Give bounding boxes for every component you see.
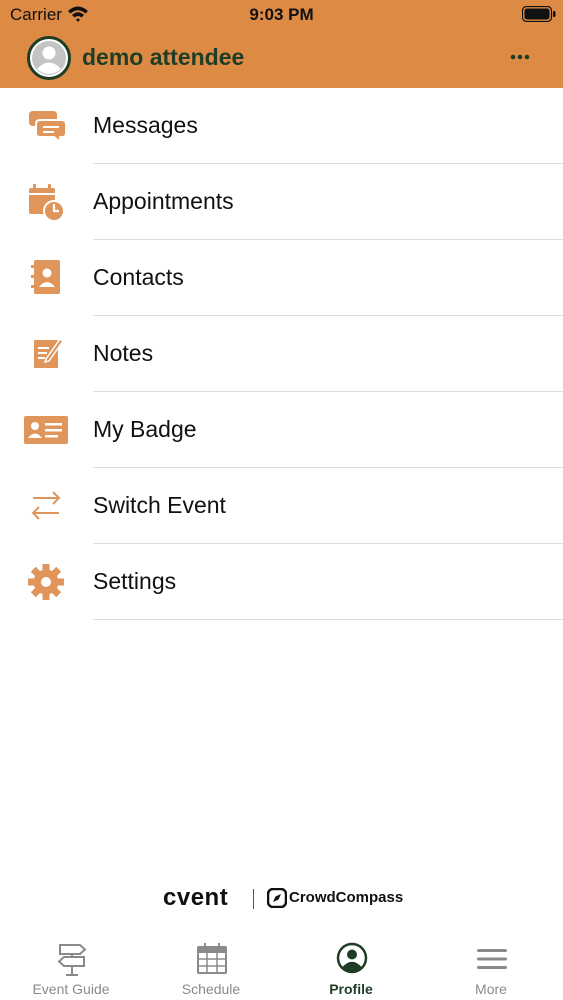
- signpost-icon: [57, 944, 87, 976]
- crowdcompass-logo-icon: [267, 888, 287, 908]
- menu-item-messages[interactable]: Messages: [0, 88, 563, 164]
- menu-item-label: Contacts: [93, 264, 184, 290]
- branding-footer: cvent CrowdCompass: [0, 884, 563, 914]
- brand-separator: [253, 889, 254, 909]
- battery-icon: [522, 6, 556, 22]
- menu-item-label: Switch Event: [93, 492, 226, 518]
- calendar-grid-icon: [197, 943, 227, 974]
- nav-bar: demo attendee: [0, 30, 563, 88]
- tab-label: Schedule: [181, 981, 241, 997]
- status-bar: Carrier 9:03 PM: [0, 0, 563, 30]
- switch-arrows-icon: [31, 491, 61, 520]
- more-options-icon[interactable]: [506, 44, 534, 70]
- menu-item-label: My Badge: [93, 416, 197, 442]
- menu-item-label: Notes: [93, 340, 154, 366]
- user-name: demo attendee: [82, 44, 245, 70]
- row-divider: [93, 619, 563, 620]
- menu-item-settings[interactable]: Settings: [0, 544, 563, 620]
- menu-item-switch-event[interactable]: Switch Event: [0, 468, 563, 544]
- tab-event-guide[interactable]: Event Guide: [1, 930, 141, 1000]
- note-pencil-icon: [34, 337, 65, 368]
- menu-item-label: Messages: [93, 112, 198, 138]
- address-book-icon: [31, 260, 60, 294]
- tab-label: More: [475, 981, 507, 997]
- hamburger-menu-icon: [477, 949, 507, 969]
- tab-schedule[interactable]: Schedule: [141, 930, 281, 1000]
- id-badge-icon: [24, 416, 68, 444]
- tab-bar: Event Guide Schedule Profile More: [0, 930, 563, 1000]
- status-time: 9:03 PM: [249, 5, 314, 24]
- calendar-clock-icon: [29, 184, 65, 222]
- menu-item-my-badge[interactable]: My Badge: [0, 392, 563, 468]
- gear-icon: [28, 564, 64, 600]
- crowdcompass-logo-text: CrowdCompass: [289, 889, 404, 906]
- menu-item-label: Settings: [93, 568, 177, 594]
- tab-profile[interactable]: Profile: [281, 930, 421, 1000]
- menu-item-appointments[interactable]: Appointments: [0, 164, 563, 240]
- avatar-icon[interactable]: [27, 36, 71, 80]
- cvent-logo: cvent: [163, 884, 229, 911]
- tab-label: Event Guide: [32, 981, 110, 997]
- profile-icon: [336, 942, 368, 974]
- chat-bubbles-icon: [29, 111, 67, 145]
- tab-label: Profile: [329, 981, 373, 997]
- menu-item-contacts[interactable]: Contacts: [0, 240, 563, 316]
- menu-item-notes[interactable]: Notes: [0, 316, 563, 392]
- menu-item-label: Appointments: [93, 188, 234, 214]
- app-header: Carrier 9:03 PM demo attendee: [0, 0, 563, 88]
- profile-menu: Messages Appointments Contacts Notes My …: [0, 88, 563, 620]
- tab-more[interactable]: More: [421, 930, 561, 1000]
